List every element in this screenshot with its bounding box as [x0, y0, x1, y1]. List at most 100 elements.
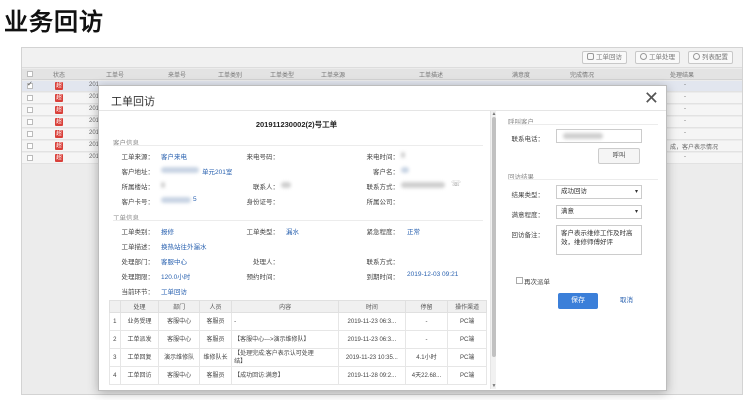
deadline-value: 120.0小时 [161, 274, 191, 281]
scroll-down-icon[interactable]: ▼ [491, 383, 497, 389]
row-content: 【成功回访:满意】 [231, 366, 340, 385]
row-checkbox[interactable] [27, 143, 33, 149]
description-value: 换热站往外漏水 [161, 244, 207, 251]
section-divider [508, 124, 658, 125]
result-type-label: 结果类型： [511, 192, 545, 199]
col-status[interactable]: 状态 [53, 70, 65, 79]
col-description[interactable]: 工单描述 [419, 70, 443, 79]
row-checkbox[interactable] [27, 95, 33, 101]
phone-field[interactable] [556, 129, 642, 143]
col-order-no[interactable]: 工单号 [106, 70, 124, 79]
row-stay: 4.1小时 [404, 348, 449, 367]
row-channel: PC端 [447, 366, 487, 385]
table-row: 2 工单派发 客服中心 客服员 【客服中心--->演示维修队】 2019-11-… [109, 330, 487, 349]
row-time: 2019-11-23 06:3... [338, 312, 406, 331]
close-icon[interactable]: ✕ [644, 88, 659, 108]
redacted-contact-phone [401, 182, 445, 188]
col-type[interactable]: 工单类型 [270, 70, 294, 79]
row-content: 【处理完成;客户表示认可处理 结】 [231, 348, 340, 367]
row-result: - [684, 130, 686, 136]
remark-textarea[interactable]: 客户表示维修工作及时高效，维修师傅好评 [556, 225, 642, 255]
col-category[interactable]: 工单类别 [218, 70, 242, 79]
row-channel: PC端 [447, 348, 487, 367]
handler-label: 处理人： [253, 259, 279, 266]
order-handle-label: 工单处理 [649, 54, 675, 61]
col-person: 人员 [198, 300, 233, 313]
appointment-label: 预约时间： [246, 274, 280, 281]
page-title: 业务回访 [4, 8, 104, 36]
address-value: 单元201室 [202, 169, 233, 176]
row-checkbox[interactable] [27, 107, 33, 113]
col-stay: 停留 [404, 300, 449, 313]
contact-label: 联系人： [253, 184, 279, 191]
remark-label: 回访备注： [511, 232, 545, 239]
list-config-label: 列表配置 [702, 54, 728, 61]
section-divider [508, 179, 658, 180]
redacted-contact [281, 182, 291, 188]
row-step: 工单回复 [119, 348, 160, 367]
row-dept: 客服中心 [158, 366, 200, 385]
overdue-badge: 超 [55, 82, 63, 90]
company-label: 所属公司： [366, 199, 400, 206]
call-button[interactable]: 呼叫 [598, 148, 640, 164]
deadline-label: 处理期限： [121, 274, 155, 281]
redacted-belong [161, 182, 165, 188]
table-row: 3 工单回复 演示维修队 维修队长 【处理完成;客户表示认可处理 结】 2019… [109, 348, 487, 367]
result-type-value: 成功回访 [561, 188, 587, 195]
current-step-label: 当前环节： [121, 289, 155, 296]
source-value: 客户来电 [161, 154, 187, 161]
dropdown-caret-icon: ▾ [634, 189, 638, 195]
row-content: - [231, 312, 340, 331]
phone-field-label: 联系电话： [511, 136, 545, 143]
col-completion[interactable]: 完成情况 [570, 70, 594, 79]
order-visit-toolbar-button[interactable]: 工单回访 [582, 51, 627, 64]
save-button[interactable]: 保存 [558, 293, 598, 309]
col-dept: 部门 [158, 300, 200, 313]
row-stay: - [404, 330, 449, 349]
dropdown-caret-icon: ▾ [634, 209, 638, 215]
row-checkbox[interactable] [27, 119, 33, 125]
col-source[interactable]: 工单来源 [321, 70, 345, 79]
overdue-badge: 超 [55, 118, 63, 126]
result-type-select[interactable]: 成功回访 ▾ [556, 185, 642, 199]
col-result[interactable]: 处理结果 [670, 70, 694, 79]
description-label: 工单描述： [121, 244, 155, 251]
time-label: 来电时间： [366, 154, 400, 161]
card-no-label: 客户卡号： [121, 199, 155, 206]
col-channel: 操作渠道 [447, 300, 487, 313]
list-config-toolbar-button[interactable]: 列表配置 [688, 51, 733, 64]
satisfaction-select[interactable]: 满意 ▾ [556, 205, 642, 219]
row-person: 客服员 [198, 312, 233, 331]
redacted-name [401, 167, 409, 173]
row-checkbox[interactable] [27, 155, 33, 161]
clock-icon [640, 53, 647, 60]
row-dept: 客服中心 [158, 312, 200, 331]
app-toolbar: 工单回访 工单处理 列表配置 [22, 48, 742, 68]
satisfaction-value: 满意 [561, 208, 574, 215]
urgency-value: 正常 [407, 229, 420, 236]
redispatch-checkbox[interactable] [516, 277, 523, 284]
table-row: 1 业务受理 客服中心 客服员 - 2019-11-23 06:3... - P… [109, 312, 487, 331]
urgency-label: 紧急程度： [366, 229, 400, 236]
row-person: 维修队长 [198, 348, 233, 367]
phone-icon[interactable]: ☏ [451, 179, 461, 188]
row-result: 成，客户表示情况 [670, 145, 719, 151]
row-checkbox[interactable] [27, 131, 33, 137]
row-dept: 客服中心 [158, 330, 200, 349]
col-index [109, 300, 121, 313]
detail-scrollbar[interactable]: ▲ ▼ [490, 111, 496, 389]
card-no-value: 5 [193, 196, 197, 203]
row-dept: 演示维修队 [158, 348, 200, 367]
row-index: 3 [109, 348, 121, 367]
col-incoming-no[interactable]: 来单号 [168, 70, 186, 79]
customer-name-label: 客户名： [373, 169, 399, 176]
order-handle-toolbar-button[interactable]: 工单处理 [635, 51, 680, 64]
cancel-button[interactable]: 取消 [620, 293, 633, 309]
row-index: 1 [109, 312, 121, 331]
row-checkbox[interactable] [27, 80, 33, 89]
scroll-thumb[interactable] [492, 117, 496, 357]
address-label: 客户地址： [121, 169, 155, 176]
category-value: 报修 [161, 229, 174, 236]
col-satisfaction[interactable]: 满意度 [512, 70, 530, 79]
row-stay: 4天22.68... [404, 366, 449, 385]
